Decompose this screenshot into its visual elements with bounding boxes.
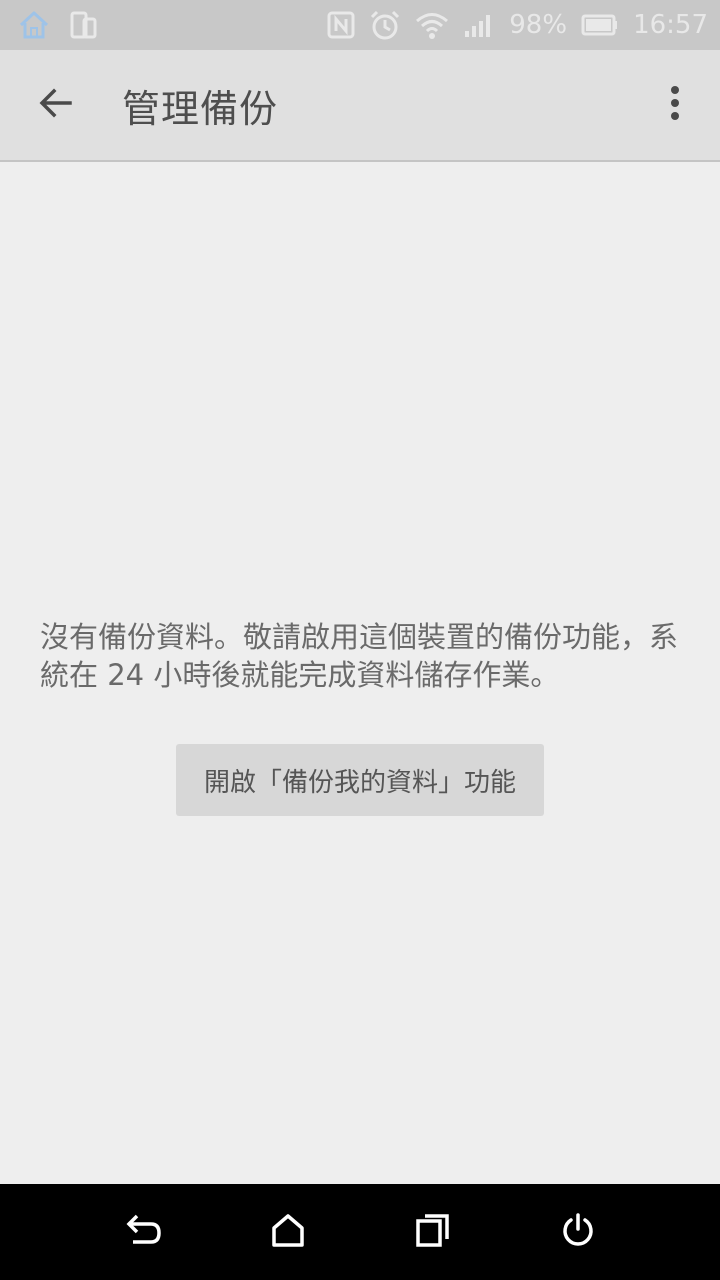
nav-home-button[interactable] xyxy=(248,1192,328,1272)
status-bar: 98% 16:57 xyxy=(0,0,720,50)
navigation-bar xyxy=(0,1184,720,1280)
alarm-icon xyxy=(369,9,401,41)
device-icon xyxy=(70,10,98,40)
signal-icon xyxy=(463,11,495,39)
no-backup-message: 沒有備份資料。敬請啟用這個裝置的備份功能，系統在 24 小時後就能完成資料儲存作… xyxy=(40,620,679,692)
more-vert-icon xyxy=(669,85,681,125)
overflow-menu-button[interactable] xyxy=(630,49,720,161)
home-notification-icon xyxy=(18,10,50,40)
back-button[interactable] xyxy=(0,49,112,161)
nav-recents-button[interactable] xyxy=(393,1192,473,1272)
nav-power-button[interactable] xyxy=(538,1192,618,1272)
battery-icon xyxy=(581,13,619,37)
wifi-icon xyxy=(415,10,449,40)
arrow-back-icon xyxy=(38,85,74,125)
back-icon xyxy=(123,1212,163,1252)
enable-backup-button[interactable]: 開啟「備份我的資料」功能 xyxy=(176,744,544,816)
main-content: 沒有備份資料。敬請啟用這個裝置的備份功能，系統在 24 小時後就能完成資料儲存作… xyxy=(0,162,720,1184)
power-icon xyxy=(560,1212,596,1252)
nav-back-button[interactable] xyxy=(103,1192,183,1272)
clock: 16:57 xyxy=(633,10,708,40)
nfc-icon xyxy=(327,11,355,39)
home-icon xyxy=(270,1212,306,1252)
page-title: 管理備份 xyxy=(122,86,279,131)
recents-icon xyxy=(415,1212,451,1252)
battery-percent: 98% xyxy=(509,10,568,40)
app-toolbar: 管理備份 xyxy=(0,50,720,162)
